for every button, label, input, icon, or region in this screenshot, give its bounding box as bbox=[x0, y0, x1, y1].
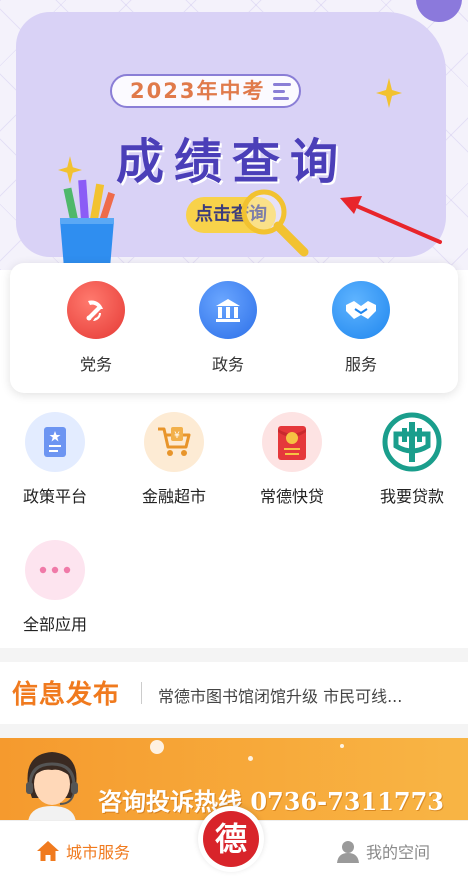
service-label: 党务 bbox=[79, 355, 112, 374]
app-label: 金融超市 bbox=[141, 487, 206, 506]
decorative-ball bbox=[416, 0, 462, 22]
abc-bank-logo-icon bbox=[382, 412, 442, 472]
pencil-cup-icon bbox=[60, 179, 115, 268]
section-divider bbox=[0, 648, 468, 662]
news-divider bbox=[141, 682, 142, 704]
more-dots-icon bbox=[25, 540, 85, 600]
tab-my-space[interactable]: 我的空间 bbox=[336, 839, 430, 863]
service-label: 服务 bbox=[344, 355, 377, 374]
app-policy-platform[interactable]: 政策平台 bbox=[5, 412, 105, 507]
service-card: 党务 政务 服务 bbox=[10, 263, 458, 393]
tab-label: 城市服务 bbox=[66, 843, 131, 862]
tab-city-service[interactable]: 城市服务 bbox=[36, 839, 130, 863]
app-label: 政策平台 bbox=[22, 487, 87, 506]
decorative-dot bbox=[340, 744, 344, 748]
news-section-title: 信息发布 bbox=[12, 680, 121, 710]
hotline-text: 咨询投诉热线 0736-7311773 bbox=[98, 787, 445, 816]
sparkle-icon bbox=[376, 78, 402, 108]
party-emblem-icon bbox=[67, 281, 125, 339]
red-envelope-icon bbox=[262, 412, 322, 472]
handshake-icon bbox=[332, 281, 390, 339]
home-icon bbox=[37, 841, 59, 861]
year-label-text: 2023年中考 bbox=[130, 79, 266, 103]
app-label: 我要贷款 bbox=[379, 487, 444, 506]
app-label: 全部应用 bbox=[22, 615, 87, 634]
svg-text:¥: ¥ bbox=[174, 431, 180, 441]
decorative-dot bbox=[150, 740, 164, 754]
service-government-affairs[interactable]: 政务 bbox=[188, 281, 268, 375]
news-bar[interactable]: 信息发布 常德市图书馆闭馆升级 市民可线... bbox=[0, 662, 468, 724]
section-divider bbox=[0, 724, 468, 738]
pill-lines-decoration bbox=[273, 83, 293, 100]
banner-title: 成绩查询 bbox=[116, 134, 349, 190]
service-label: 政务 bbox=[211, 355, 244, 374]
magnifier-icon bbox=[241, 189, 309, 257]
exam-score-banner[interactable]: 2023年中考 成绩查询 点击查询 bbox=[0, 0, 468, 270]
customer-service-agent-icon bbox=[26, 752, 78, 820]
year-label: 2023年中考 bbox=[110, 74, 302, 108]
shopping-cart-icon: ¥ bbox=[144, 412, 204, 472]
document-icon bbox=[25, 412, 85, 472]
app-label: 常德快贷 bbox=[259, 487, 324, 506]
app-finance-market[interactable]: ¥ 金融超市 bbox=[124, 412, 224, 507]
red-arrow-icon bbox=[340, 196, 442, 244]
decorative-dot bbox=[248, 756, 253, 761]
service-party-affairs[interactable]: 党务 bbox=[56, 281, 136, 375]
center-logo-button[interactable]: 德 bbox=[198, 806, 264, 872]
building-icon bbox=[199, 281, 257, 339]
app-changde-quick-loan[interactable]: 常德快贷 bbox=[242, 412, 342, 507]
tab-label: 我的空间 bbox=[366, 843, 431, 862]
user-icon bbox=[337, 841, 359, 863]
app-apply-loan[interactable]: 我要贷款 bbox=[362, 412, 462, 507]
news-headline[interactable]: 常德市图书馆闭馆升级 市民可线... bbox=[158, 683, 458, 707]
de-logo: 德 bbox=[203, 811, 259, 867]
service-public-services[interactable]: 服务 bbox=[321, 281, 401, 375]
app-all-apps[interactable]: 全部应用 bbox=[5, 540, 105, 635]
